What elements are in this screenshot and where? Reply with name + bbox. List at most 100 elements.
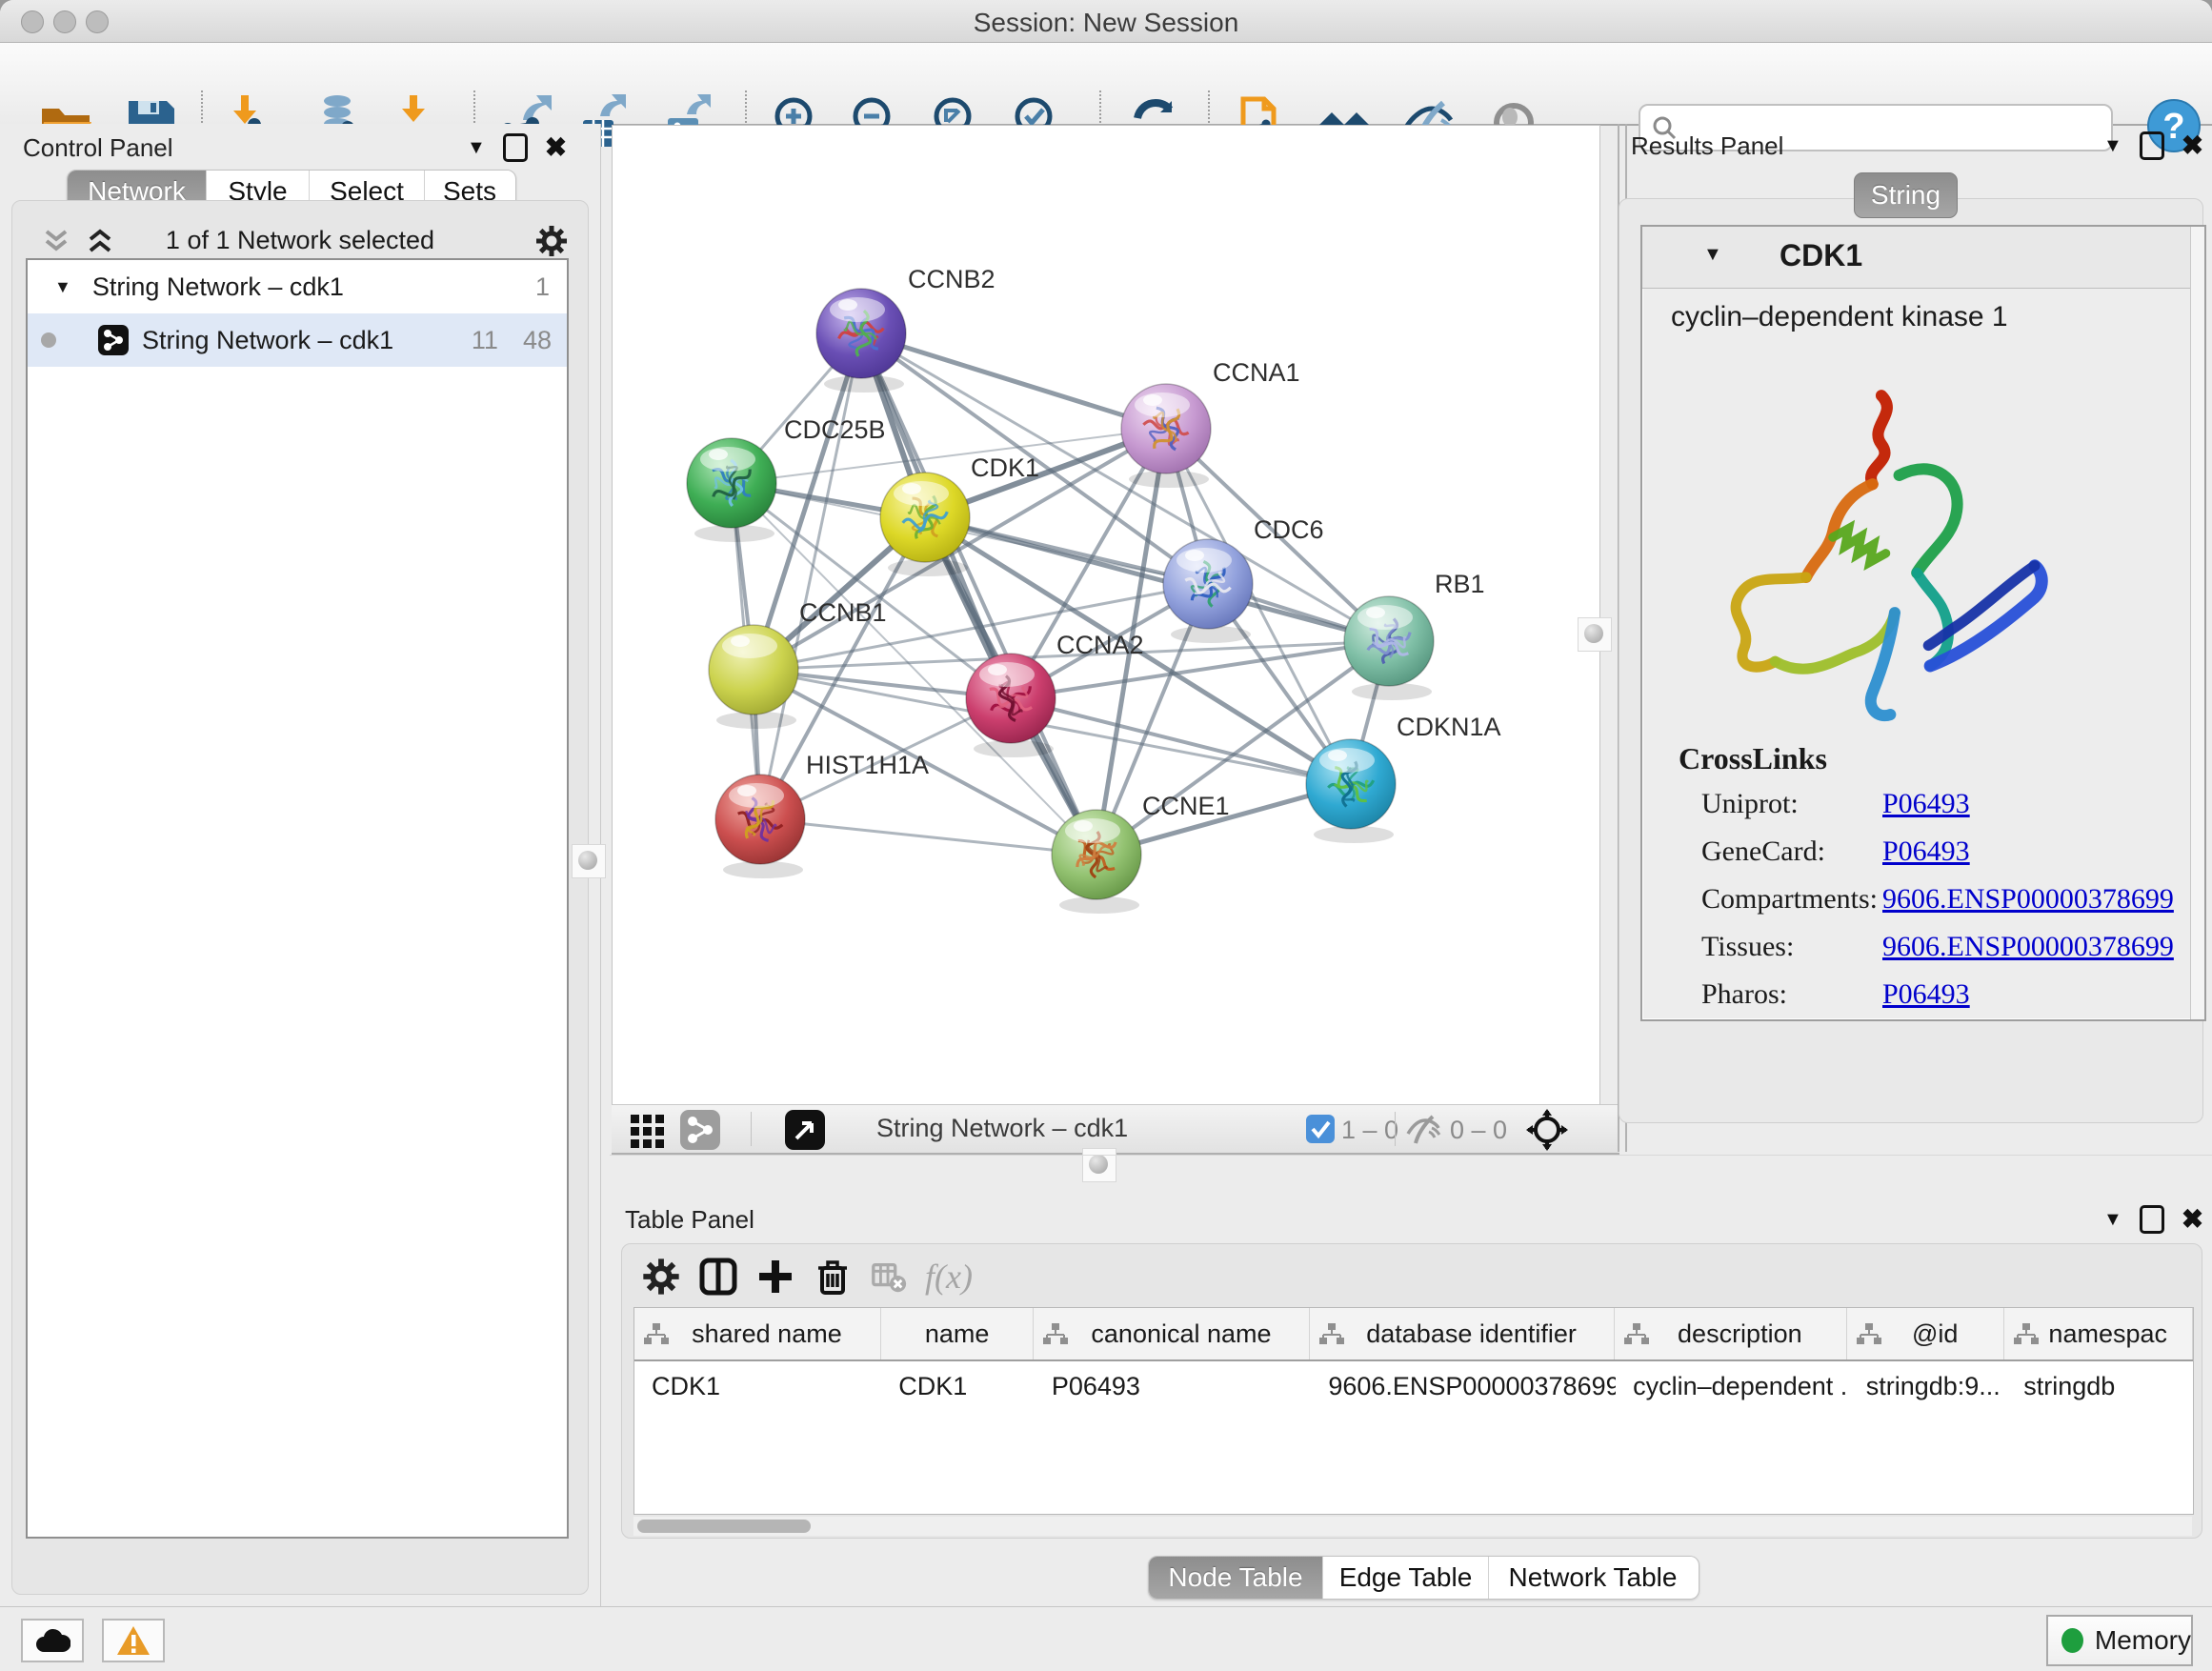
crosslink-link[interactable]: 9606.ENSP00000378699: [1882, 883, 2174, 916]
crosslink-link[interactable]: P06493: [1882, 788, 1970, 820]
network-view-canvas[interactable]: CCNB2CCNA1CDC25BCDK1CDC6RB1CCNB1CCNA2CDK…: [612, 125, 1600, 1106]
results-panel-splitter-knob[interactable]: [1578, 617, 1612, 652]
crosslink-row: Uniprot:P06493: [1642, 780, 2204, 828]
control-panel-title: Control Panel: [23, 133, 173, 163]
column-header-canonical-name[interactable]: canonical name: [1034, 1308, 1310, 1359]
tab-node-table[interactable]: Node Table: [1149, 1557, 1323, 1599]
cloud-icon: [34, 1627, 70, 1654]
network-label: String Network – cdk1: [142, 326, 393, 355]
results-panel-close-icon[interactable]: ✖: [2182, 132, 2203, 159]
table-row[interactable]: CDK1CDK1P064939606.ENSP00000378699cyclin…: [634, 1361, 2193, 1411]
results-panel-collapse-icon[interactable]: ▼: [2103, 136, 2122, 155]
window-title: Session: New Session: [0, 8, 2212, 38]
network-node-label: CDK1: [971, 453, 1039, 482]
column-header-label: name: [881, 1319, 1034, 1349]
network-view-title: String Network – cdk1: [876, 1114, 1128, 1143]
control-panel-collapse-icon[interactable]: ▼: [467, 138, 486, 157]
node-table[interactable]: shared namenamecanonical name database id…: [633, 1307, 2194, 1515]
delete-column-icon[interactable]: [813, 1257, 853, 1297]
tab-edge-table[interactable]: Edge Table: [1323, 1557, 1489, 1599]
table-cell[interactable]: cyclin–dependent ...: [1616, 1372, 1849, 1401]
network-node[interactable]: [1052, 810, 1141, 914]
protein-structure-image: [1677, 360, 2086, 741]
memory-status-dot: [2061, 1628, 2083, 1653]
column-header-description[interactable]: description: [1615, 1308, 1847, 1359]
column-header-name[interactable]: name: [881, 1308, 1035, 1359]
results-panel-float-icon[interactable]: [2140, 131, 2164, 160]
results-panel-title: Results Panel: [1631, 131, 1783, 161]
column-header-@id[interactable]: @id: [1847, 1308, 2004, 1359]
control-panel-close-icon[interactable]: ✖: [545, 134, 567, 161]
create-column-icon[interactable]: [755, 1257, 795, 1297]
column-header-label: description: [1659, 1319, 1846, 1349]
table-horizontal-scrollbar[interactable]: [633, 1517, 2192, 1536]
network-tab-panel: 1 of 1 Network selected ▼ String Network…: [11, 200, 589, 1595]
show-columns-icon[interactable]: [698, 1257, 738, 1297]
tab-network-table[interactable]: Network Table: [1489, 1557, 1697, 1599]
network-node[interactable]: [1344, 596, 1434, 700]
selected-checkbox-icon[interactable]: [1306, 1115, 1335, 1143]
application-window: Session: New Session ? Control Panel: [0, 0, 2212, 1671]
network-edge: [760, 819, 1096, 855]
warnings-button[interactable]: [102, 1619, 165, 1662]
crosslink-label: Uniprot:: [1701, 788, 1882, 820]
column-header-namespac[interactable]: namespac: [2004, 1308, 2193, 1359]
network-row[interactable]: String Network – cdk1 11 48: [28, 313, 567, 367]
table-panel-float-icon[interactable]: [2140, 1205, 2164, 1234]
network-edge: [861, 333, 1166, 429]
network-node-label: CDC25B: [784, 415, 886, 444]
network-collection-row[interactable]: ▼ String Network – cdk1 1: [28, 260, 567, 313]
title-bar: Session: New Session: [0, 0, 2212, 43]
network-node[interactable]: [687, 438, 776, 542]
crosslink-row: GeneCard:P06493: [1642, 828, 2204, 876]
network-node[interactable]: [709, 625, 798, 729]
scrollbar-thumb[interactable]: [637, 1520, 811, 1533]
column-header-label: database identifier: [1354, 1319, 1613, 1349]
network-node[interactable]: [816, 289, 906, 393]
table-toolbar: f(x): [641, 1252, 973, 1301]
table-cell[interactable]: stringdb: [2006, 1372, 2193, 1401]
control-panel-float-icon[interactable]: [503, 133, 528, 162]
network-edge-count: 48: [523, 326, 552, 355]
open-in-window-icon[interactable]: [785, 1110, 825, 1150]
table-panel-close-icon[interactable]: ✖: [2182, 1206, 2203, 1233]
crosslink-link[interactable]: P06493: [1882, 978, 1970, 1011]
column-header-shared-name[interactable]: shared name: [634, 1308, 881, 1359]
results-scrollbar[interactable]: [2190, 227, 2204, 1019]
string-panel-toggle-icon[interactable]: [680, 1110, 720, 1150]
control-panel-splitter-knob[interactable]: [572, 844, 606, 878]
birds-eye-view-icon[interactable]: [629, 1111, 667, 1149]
table-options-gear-icon[interactable]: [641, 1257, 681, 1297]
node-table-box: f(x) shared namenamecanonical name databa…: [621, 1243, 2202, 1539]
table-cell[interactable]: CDK1: [881, 1372, 1035, 1401]
cloud-button[interactable]: [21, 1619, 84, 1662]
collection-expander-icon[interactable]: ▼: [54, 277, 71, 297]
control-panel: Control Panel ▼ ✖ NetworkStyleSelectSets…: [0, 124, 601, 1606]
selected-count: 1 – 0: [1341, 1116, 1398, 1145]
table-cell[interactable]: P06493: [1035, 1372, 1312, 1401]
crosslink-link[interactable]: 9606.ENSP00000378699: [1882, 931, 2174, 963]
network-options-gear-icon[interactable]: [534, 224, 569, 258]
column-type-icon: [2014, 1322, 2039, 1345]
table-tabs: Node TableEdge TableNetwork Table: [1148, 1556, 1699, 1600]
memory-button[interactable]: Memory: [2046, 1615, 2193, 1666]
crosslink-link[interactable]: P06493: [1882, 836, 1970, 868]
network-node[interactable]: [1121, 384, 1211, 488]
tab-string[interactable]: String: [1854, 172, 1958, 218]
network-node[interactable]: [715, 775, 805, 878]
table-panel-title: Table Panel: [625, 1205, 754, 1235]
table-panel-collapse-icon[interactable]: ▼: [2103, 1210, 2122, 1229]
table-cell[interactable]: stringdb:9...: [1849, 1372, 2006, 1401]
table-panel: Table Panel ▼ ✖ f(x) shared namenamecano…: [610, 1155, 2212, 1607]
gene-section-expander-icon[interactable]: ▼: [1703, 244, 1722, 266]
crosslinks-section: CrossLinks Uniprot:P06493GeneCard:P06493…: [1642, 741, 2204, 1018]
string-results-scroll-area[interactable]: ▼ CDK1 cyclin–dependent kinase 1 CrossLi…: [1640, 225, 2206, 1021]
hidden-count: 0 – 0: [1450, 1116, 1507, 1145]
network-node[interactable]: [1306, 739, 1396, 843]
column-header-database-identifier[interactable]: database identifier: [1310, 1308, 1614, 1359]
gene-section-header[interactable]: ▼ CDK1: [1642, 227, 2204, 289]
string-network-graph[interactable]: CCNB2CCNA1CDC25BCDK1CDC6RB1CCNB1CCNA2CDK…: [613, 126, 1599, 1105]
table-cell[interactable]: CDK1: [634, 1372, 881, 1401]
table-cell[interactable]: 9606.ENSP00000378699: [1311, 1372, 1616, 1401]
fit-selected-crosshair-icon[interactable]: [1526, 1109, 1568, 1151]
